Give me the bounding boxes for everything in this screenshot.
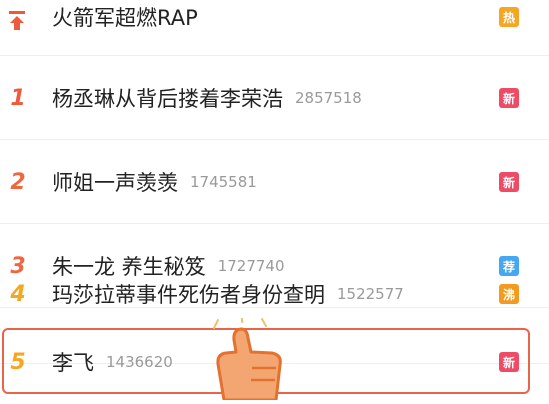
thumbs-up-icon bbox=[213, 318, 282, 400]
item-title: 火箭军超燃RAP bbox=[52, 6, 198, 30]
rank-number: 2 bbox=[10, 169, 26, 195]
list-item[interactable]: 2 师姐一声羡羡 1745581 新 bbox=[0, 140, 549, 224]
rank-number: 5 bbox=[10, 349, 26, 375]
item-title: 李飞 bbox=[52, 351, 94, 375]
new-badge: 新 bbox=[499, 88, 519, 108]
rank-number: 1 bbox=[10, 85, 26, 111]
hot-badge: 热 bbox=[499, 7, 519, 27]
new-badge: 新 bbox=[499, 172, 519, 192]
item-title: 玛莎拉蒂事件死伤者身份查明 bbox=[52, 283, 325, 307]
item-title: 师姐一声羡羡 bbox=[52, 171, 178, 195]
item-title: 杨丞琳从背后搂着李荣浩 bbox=[52, 87, 283, 111]
boiling-badge: 沸 bbox=[499, 284, 519, 304]
pin-top-icon bbox=[8, 0, 26, 62]
item-count: 1522577 bbox=[337, 285, 404, 303]
item-count: 2857518 bbox=[295, 89, 362, 107]
list-item[interactable]: 1 杨丞琳从背后搂着李荣浩 2857518 新 bbox=[0, 56, 549, 140]
list-item[interactable]: 火箭军超燃RAP 热 bbox=[0, 0, 549, 56]
item-count: 1436620 bbox=[106, 353, 173, 371]
new-badge: 新 bbox=[499, 352, 519, 372]
item-count: 1745581 bbox=[190, 173, 257, 191]
